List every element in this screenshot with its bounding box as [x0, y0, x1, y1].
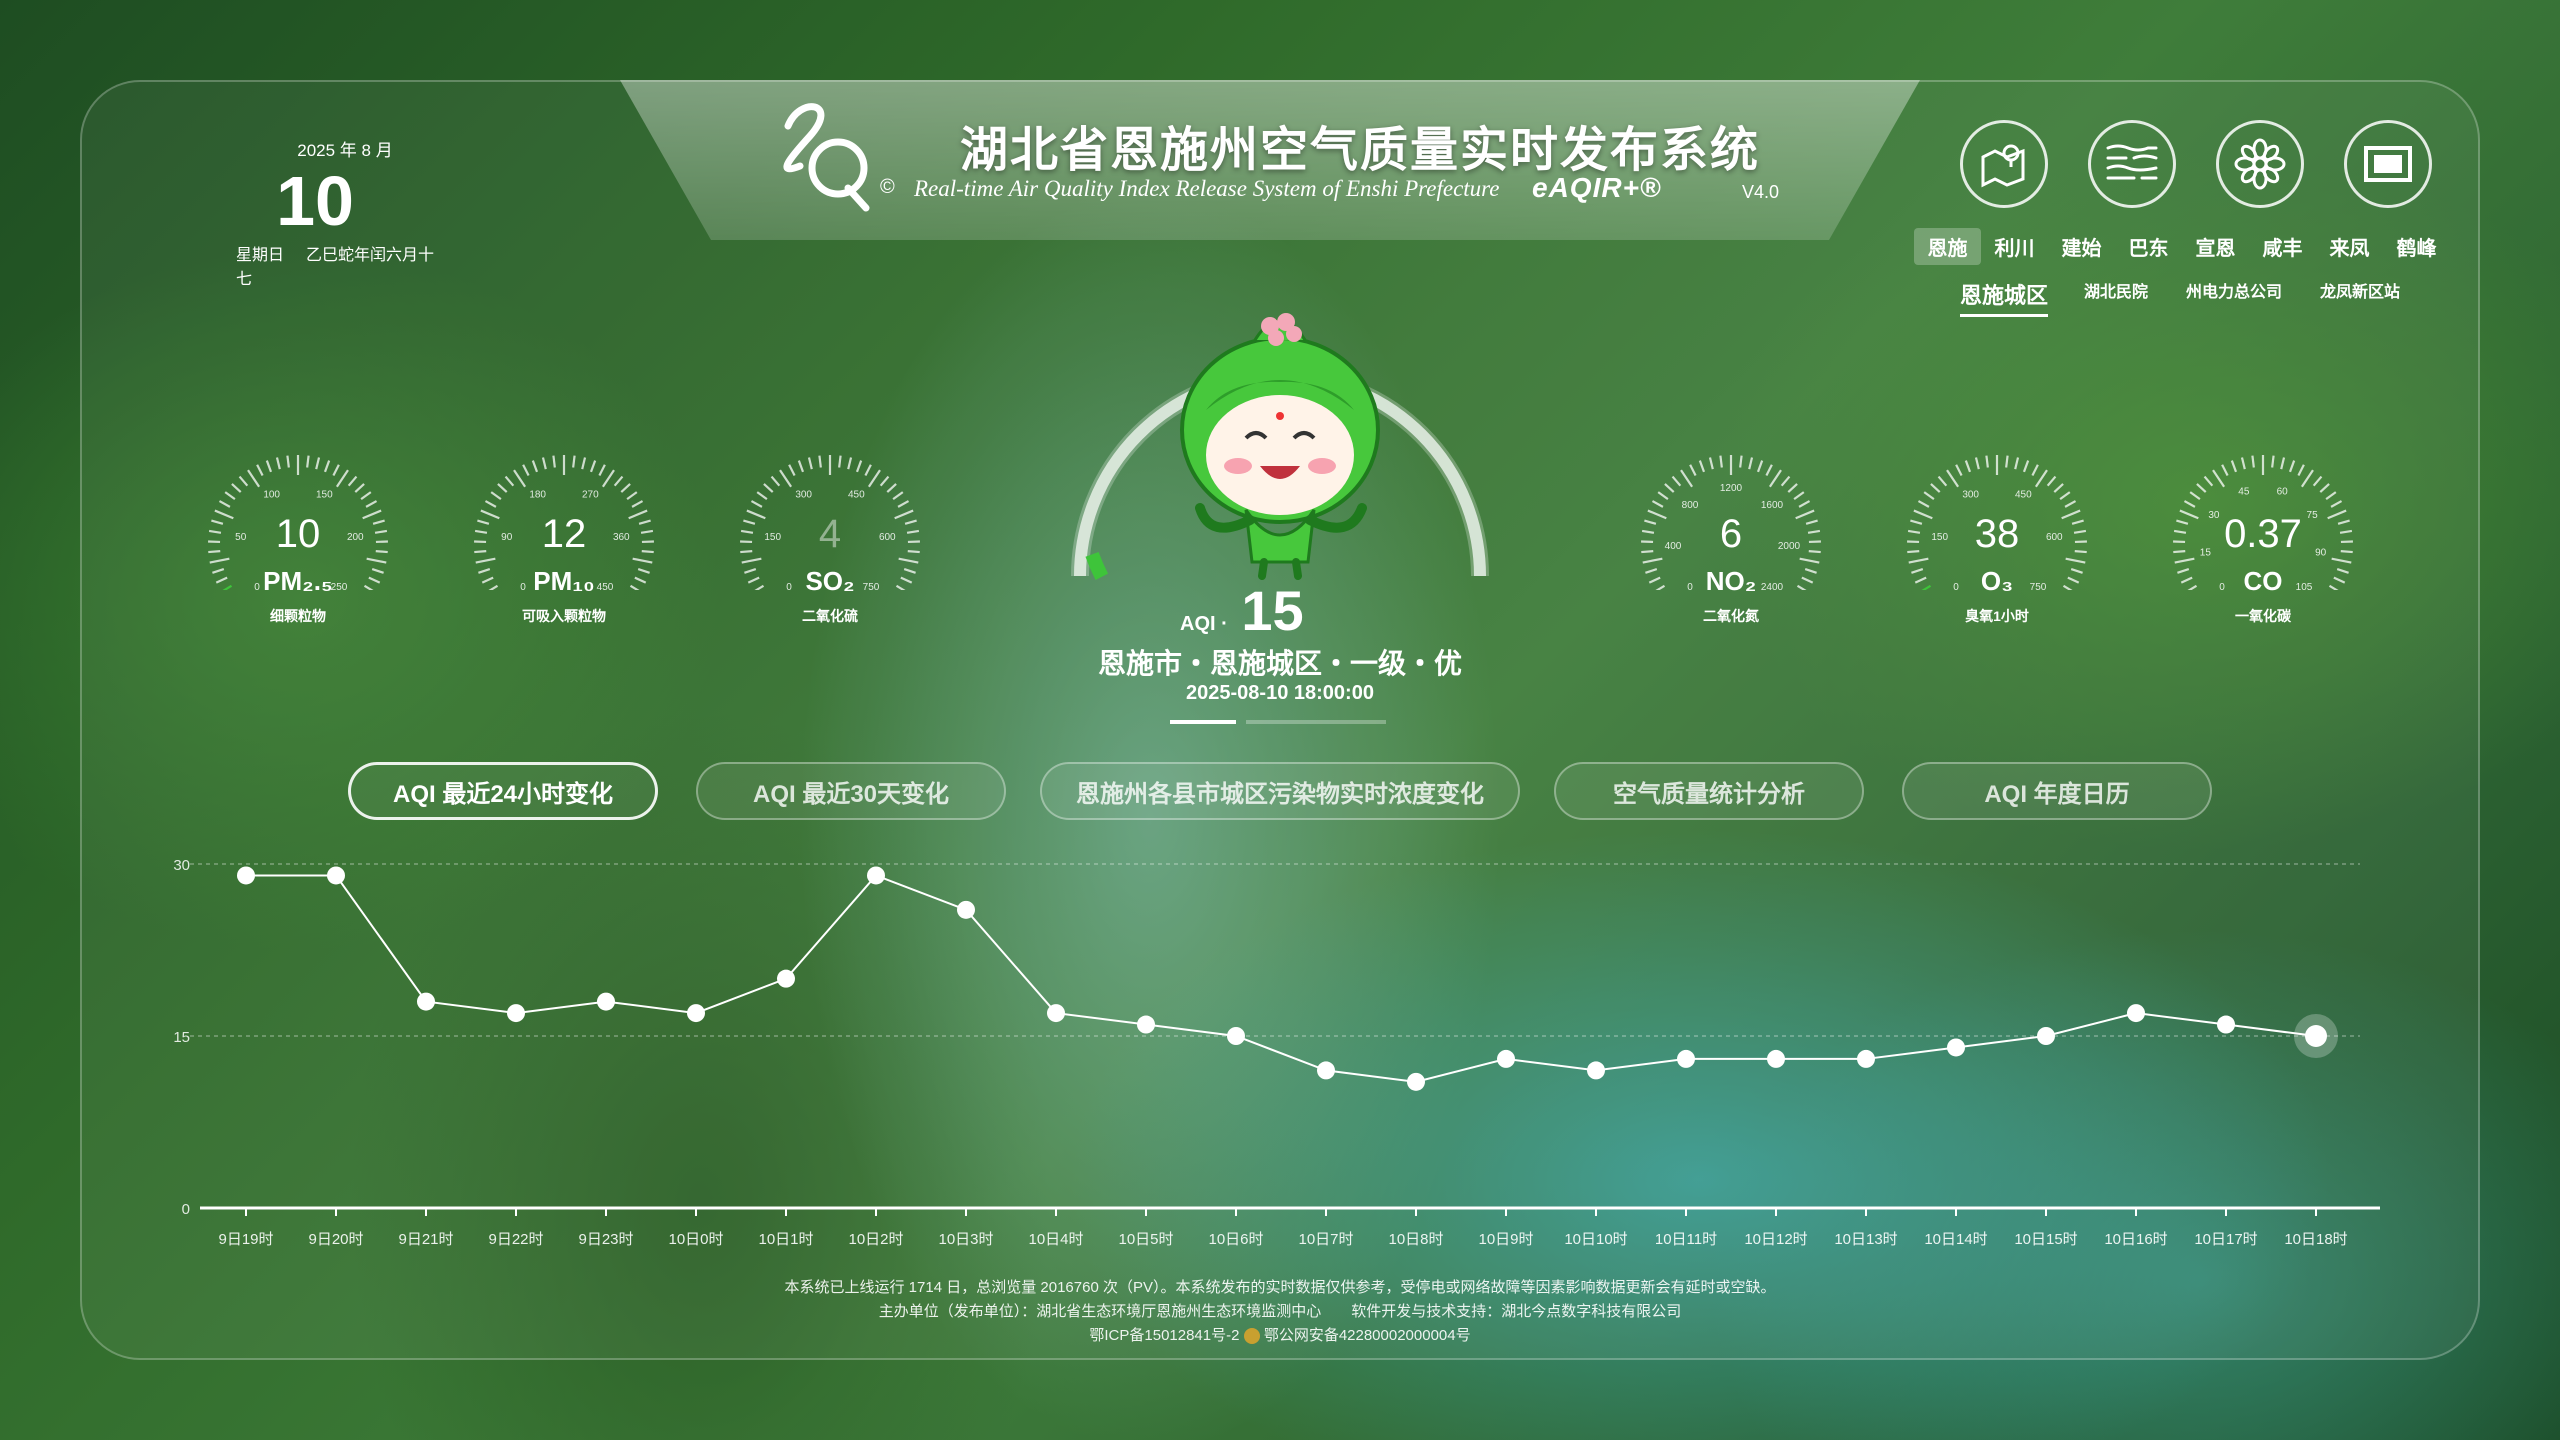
data-point[interactable]: [2217, 1015, 2235, 1034]
x-tick-label: 9日23时: [578, 1231, 633, 1248]
data-point[interactable]: [597, 992, 615, 1011]
data-point[interactable]: [507, 1004, 525, 1023]
footer-organizer: 主办单位（发布单位）：湖北省生态环境厅恩施州生态环境监测中心 软件开发与技术支持…: [0, 1300, 2560, 1321]
footer-developer: 软件开发与技术支持：湖北今点数字科技有限公司: [1351, 1303, 1682, 1320]
x-tick-label: 10日4时: [1028, 1231, 1083, 1248]
x-tick-label: 10日5时: [1118, 1231, 1173, 1248]
footer-notice: 本系统已上线运行 1714 日，总浏览量 2016760 次（PV）。本系统发布…: [784, 1279, 1776, 1296]
data-point[interactable]: [327, 866, 345, 885]
x-tick-label: 10日16时: [2104, 1231, 2167, 1248]
y-tick-label: 15: [173, 1029, 190, 1046]
data-point[interactable]: [1947, 1038, 1965, 1057]
data-point[interactable]: [2037, 1027, 2055, 1045]
x-tick-label: 10日17时: [2194, 1231, 2257, 1248]
x-tick-label: 10日0时: [668, 1231, 723, 1248]
data-point[interactable]: [867, 866, 885, 885]
x-tick-label: 10日7时: [1298, 1231, 1353, 1248]
x-tick-label: 10日8时: [1388, 1231, 1443, 1248]
x-tick-label: 10日3时: [938, 1231, 993, 1248]
data-point[interactable]: [237, 866, 255, 885]
x-tick-label: 10日18时: [2284, 1231, 2347, 1248]
data-point[interactable]: [1587, 1061, 1605, 1080]
data-point[interactable]: [1137, 1015, 1155, 1034]
x-tick-label: 9日19时: [218, 1231, 273, 1248]
data-point[interactable]: [1677, 1049, 1695, 1068]
x-tick-label: 10日2时: [848, 1231, 903, 1248]
police-badge-icon: [1243, 1328, 1260, 1345]
x-tick-label: 10日15时: [2014, 1231, 2077, 1248]
x-tick-label: 10日6时: [1208, 1231, 1263, 1248]
aqi-line-chart: 0 15 30 9日19时 9日20时 9日21时 9日22时 9日23时 10日0时 10日1时…: [173, 857, 2380, 1248]
footer-host: 主办单位（发布单位）：湖北省生态环境厅恩施州生态环境监测中心: [878, 1303, 1322, 1320]
data-point[interactable]: [1317, 1061, 1335, 1080]
data-point[interactable]: [777, 969, 795, 988]
data-point[interactable]: [957, 900, 975, 919]
icp-link[interactable]: 鄂ICP备15012841号-2: [1089, 1327, 1239, 1344]
aqi-series-line: [246, 874, 2317, 1083]
x-tick-label: 10日13时: [1834, 1231, 1897, 1248]
x-tick-label: 10日1时: [758, 1231, 813, 1248]
data-point[interactable]: [1227, 1027, 1245, 1045]
x-tick-label: 10日12时: [1744, 1231, 1807, 1248]
x-tick-label: 9日22时: [488, 1231, 543, 1248]
data-point[interactable]: [2127, 1004, 2145, 1023]
data-point[interactable]: [417, 992, 435, 1011]
data-point[interactable]: [1767, 1049, 1785, 1068]
data-point[interactable]: [1047, 1004, 1065, 1023]
data-point[interactable]: [2305, 1025, 2327, 1047]
x-tick-label: 10日14时: [1924, 1231, 1987, 1248]
data-point[interactable]: [1407, 1072, 1425, 1091]
data-point[interactable]: [1497, 1049, 1515, 1068]
x-tick-label: 10日10时: [1564, 1231, 1627, 1248]
x-tick-label: 9日20时: [308, 1231, 363, 1248]
x-tick-label: 9日21时: [398, 1231, 453, 1248]
x-tick-label: 10日11时: [1655, 1231, 1717, 1248]
police-link[interactable]: 鄂公网安备42280002000004号: [1264, 1327, 1471, 1344]
data-point[interactable]: [1857, 1049, 1875, 1068]
x-tick-label: 10日9时: [1478, 1231, 1533, 1248]
data-point[interactable]: [687, 1004, 705, 1023]
y-tick-label: 30: [173, 857, 190, 874]
footer-registration: 鄂ICP备15012841号-2 鄂公网安备42280002000004号: [0, 1324, 2560, 1345]
y-tick-label: 0: [182, 1201, 190, 1218]
